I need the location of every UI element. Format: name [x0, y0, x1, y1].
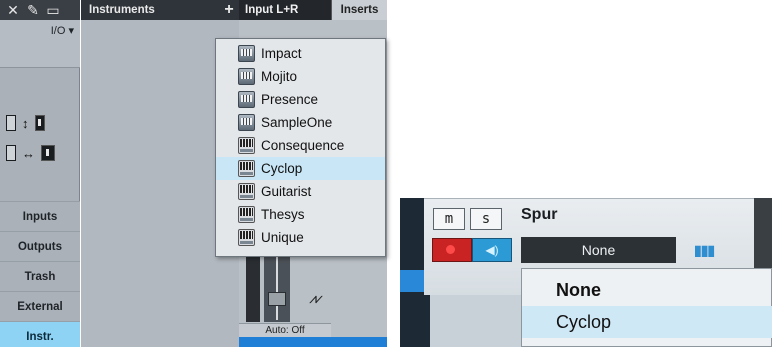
close-icon[interactable]: ✕ [2, 0, 24, 20]
sampler-icon [238, 114, 255, 131]
tab-outputs[interactable]: Outputs [0, 231, 80, 261]
menu-item-cyclop[interactable]: Cyclop [216, 157, 385, 180]
menu-item-thesys[interactable]: Thesys [216, 203, 385, 226]
menu-item-presence[interactable]: Presence [216, 88, 385, 111]
menu-item-sampleone[interactable]: SampleOne [216, 111, 385, 134]
speaker-icon: ◀) [485, 243, 499, 257]
add-instrument-button[interactable]: + [219, 0, 239, 20]
collapse-width-icon[interactable] [6, 145, 16, 161]
keyboard-icon[interactable]: ▮▮▮ [694, 241, 724, 259]
menu-item-label: Presence [261, 92, 319, 107]
sampler-icon [238, 45, 255, 62]
sampler-icon [238, 91, 255, 108]
instrument-select[interactable]: None [521, 237, 676, 263]
menu-item-label: Impact [261, 46, 302, 61]
io-section: I/O ▾ [0, 20, 80, 68]
fader-handle[interactable] [268, 292, 286, 306]
menu-item-label: Cyclop [261, 161, 303, 176]
record-icon [446, 245, 455, 254]
window-icon[interactable]: ▭ [42, 0, 64, 20]
io-dropdown[interactable]: I/O ▾ [51, 24, 74, 37]
tab-inputs[interactable]: Inputs [0, 201, 80, 231]
dropdown-item-cyclop[interactable]: Cyclop [522, 306, 772, 338]
chevron-down-icon: ▾ [68, 25, 74, 37]
synth-icon [238, 229, 255, 246]
synth-icon [238, 206, 255, 223]
resize-vertical-icon: ↕ [22, 115, 29, 131]
automation-mode[interactable]: Auto: Off [239, 323, 331, 337]
sampler-icon [238, 68, 255, 85]
resize-horizontal-icon: ↔ [22, 145, 35, 161]
solo-button[interactable]: s [470, 208, 502, 230]
menu-item-unique[interactable]: Unique [216, 226, 385, 249]
track-name[interactable]: Spur [521, 206, 557, 224]
menu-item-impact[interactable]: Impact [216, 42, 385, 65]
synth-icon [238, 137, 255, 154]
input-selector[interactable]: Input L+R [239, 0, 331, 20]
expand-height-icon[interactable] [34, 115, 45, 131]
tab-inserts[interactable]: Inserts [331, 0, 387, 20]
io-label: I/O [50, 25, 66, 37]
collapse-height-icon[interactable] [6, 115, 16, 131]
menu-item-label: Consequence [261, 138, 345, 153]
tab-instr[interactable]: Instr. [0, 321, 80, 347]
menu-item-consequence[interactable]: Consequence [216, 134, 385, 157]
mute-button[interactable]: m [433, 208, 465, 230]
menu-item-guitarist[interactable]: Guitarist [216, 180, 385, 203]
horizontal-size-controls: ↔ [0, 140, 80, 166]
waveform-icon[interactable]: ⩘⩗ [300, 288, 330, 308]
menu-item-label: Unique [261, 230, 304, 245]
menu-item-label: Thesys [261, 207, 305, 222]
tab-external[interactable]: External [0, 291, 80, 321]
instrument-menu: Impact Mojito Presence SampleOne Consequ… [215, 38, 386, 257]
menu-item-mojito[interactable]: Mojito [216, 65, 385, 88]
synth-icon [238, 183, 255, 200]
vertical-size-controls: ↕ [0, 110, 80, 136]
synth-icon [238, 160, 255, 177]
instruments-header: Instruments [81, 0, 239, 20]
menu-item-label: Mojito [261, 69, 298, 84]
menu-item-label: Guitarist [261, 184, 312, 199]
channel-color-bar [239, 337, 387, 347]
tab-trash[interactable]: Trash [0, 261, 80, 291]
pin-icon[interactable]: ✎ [24, 0, 42, 20]
expand-width-icon[interactable] [41, 145, 55, 161]
menu-item-label: SampleOne [261, 115, 333, 130]
dropdown-item-none[interactable]: None [522, 274, 772, 306]
